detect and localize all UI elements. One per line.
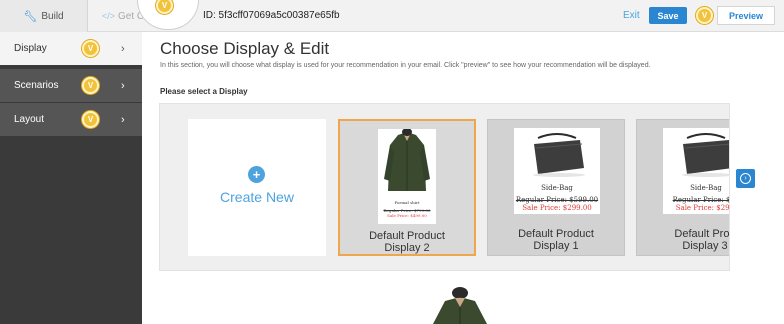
page-description: In this section, you will choose what di… (160, 62, 651, 69)
plus-circle-icon: + (248, 166, 265, 183)
product-name: Formal shirt (394, 200, 420, 205)
display-card-label: Default Product Display 1 (518, 228, 594, 252)
wrench-icon: 🔧︎ (23, 10, 38, 23)
display-carousel: + Create New Formal shirt Regular Price:… (159, 103, 730, 271)
sidebar-item-label: Scenarios (14, 80, 59, 91)
page-title: Choose Display & Edit (160, 39, 330, 58)
shirt-image (378, 128, 436, 199)
display-card-2[interactable]: Formal shirt Regular Price: $799.00 Sale… (338, 119, 476, 256)
carousel-next-button[interactable]: › (736, 169, 755, 188)
product-name: Side-Bag (541, 184, 573, 192)
product-preview: Side-Bag Regular Price: $599.00 Sale Pri… (514, 128, 600, 214)
tab-build[interactable]: 🔧︎ Build (0, 0, 88, 32)
display-card-3[interactable]: Side-Bag Regular Price: $59 Sale Price: … (636, 119, 730, 256)
chevron-right-icon: › (121, 113, 125, 126)
sidebar: Display V › Scenarios V › Layout V › (0, 32, 142, 324)
sidebar-item-label: Display (14, 43, 47, 54)
save-button[interactable]: Save (649, 7, 687, 24)
sale-price: Sale Price: $299. (675, 204, 730, 212)
display-card-label: Default Product Display 2 (369, 230, 445, 254)
product-preview: Formal shirt Regular Price: $799.00 Sale… (378, 128, 436, 224)
display-card-1[interactable]: Side-Bag Regular Price: $599.00 Sale Pri… (487, 119, 625, 256)
bag-image (663, 128, 729, 178)
badge-icon: V (82, 111, 99, 128)
sidebar-item-label: Layout (14, 114, 45, 125)
create-new-label: Create New (220, 189, 294, 205)
exit-link[interactable]: Exit (623, 10, 640, 21)
code-icon: </> (102, 11, 116, 21)
regular-price: Regular Price: $599.00 (515, 196, 599, 204)
create-new-card[interactable]: + Create New (188, 119, 326, 256)
campaign-id: ID: 5f3cff07069a5c00387e65fb (203, 10, 340, 21)
product-name: Side-Bag (690, 184, 722, 192)
chevron-right-icon: › (121, 79, 125, 92)
product-preview: Side-Bag Regular Price: $59 Sale Price: … (663, 128, 730, 214)
sidebar-item-display[interactable]: Display V › (0, 32, 142, 65)
chevron-right-icon: › (121, 42, 125, 55)
badge-icon: V (82, 40, 99, 57)
display-card-label: Default Prod Display 3 (674, 228, 730, 252)
badge-icon: V (82, 77, 99, 94)
sale-price: Sale Price: $499.00 (387, 213, 427, 218)
regular-price: Regular Price: $59 (672, 196, 730, 204)
preview-shirt-image (433, 287, 487, 324)
sidebar-item-scenarios[interactable]: Scenarios V › (0, 69, 142, 102)
sale-price: Sale Price: $299.00 (522, 204, 592, 212)
preview-button[interactable]: Preview (717, 6, 775, 25)
top-bar: 🔧︎ Build </> Get C V ID: 5f3cff07069a5c0… (0, 0, 784, 32)
sidebar-item-layout[interactable]: Layout V › (0, 103, 142, 136)
section-label: Please select a Display (160, 87, 248, 96)
tab-build-label: Build (41, 10, 64, 22)
arrow-right-circle-icon: › (740, 173, 751, 184)
help-badge-icon[interactable]: V (696, 7, 713, 24)
bag-image (514, 128, 600, 178)
